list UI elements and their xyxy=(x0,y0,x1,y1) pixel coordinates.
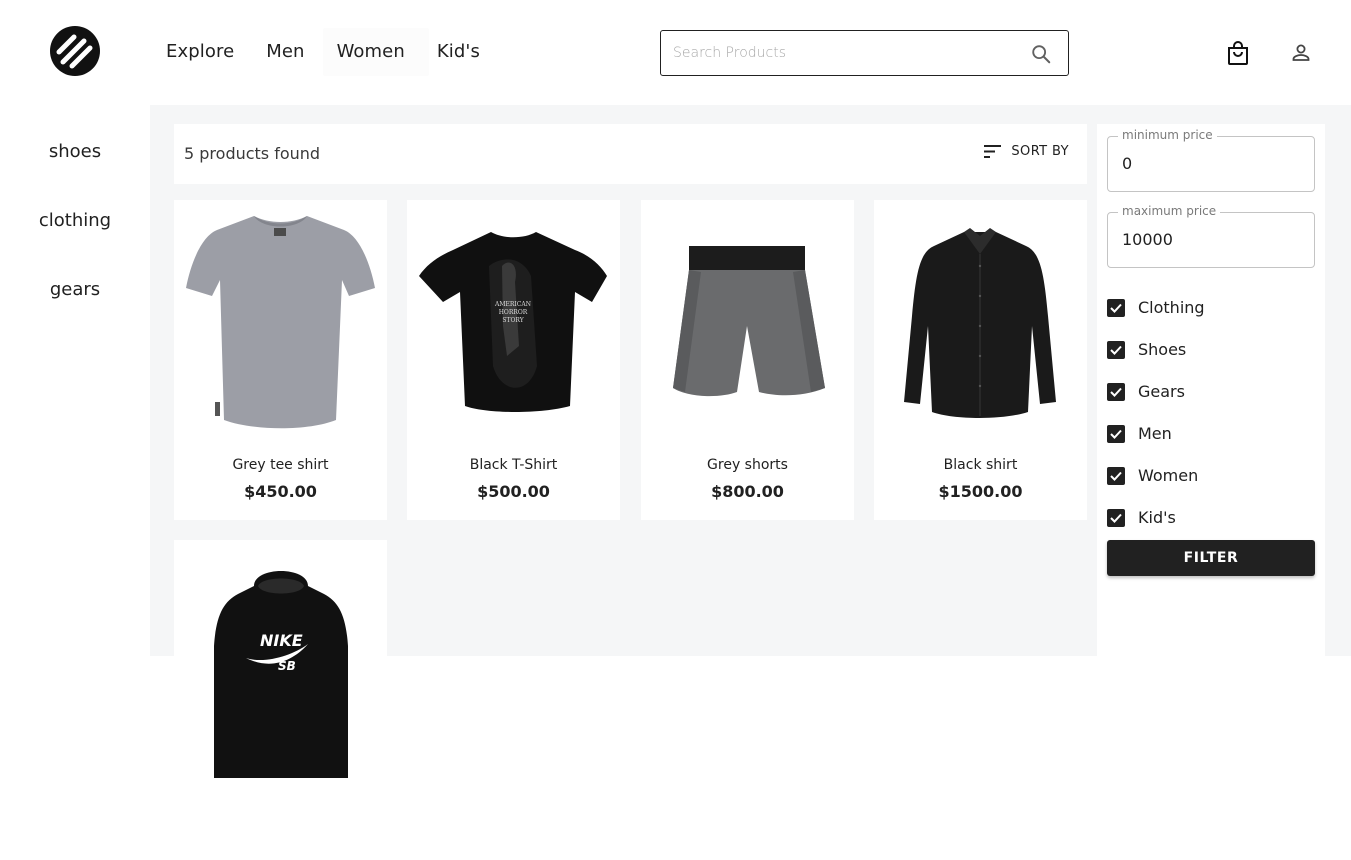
product-name: Black T-Shirt xyxy=(469,457,558,473)
product-image-grey-tee xyxy=(186,216,375,429)
product-card[interactable]: NIKE SB xyxy=(174,540,387,860)
sidebar-item-gears[interactable]: gears xyxy=(0,279,150,300)
sort-icon xyxy=(984,145,1002,158)
filter-checkbox-gears[interactable]: Gears xyxy=(1107,382,1185,401)
min-price-label: minimum price xyxy=(1118,128,1217,142)
filter-checkbox-shoes[interactable]: Shoes xyxy=(1107,340,1186,359)
checkbox-checked-icon xyxy=(1107,382,1125,401)
search-icon[interactable] xyxy=(1030,43,1052,65)
nav-men[interactable]: Men xyxy=(266,40,304,64)
category-sidebar: shoes clothing gears xyxy=(0,105,150,656)
product-image-grey-shorts xyxy=(673,246,825,397)
product-card[interactable]: Black shirt $1500.00 xyxy=(874,200,1087,520)
filter-checkbox-women[interactable]: Women xyxy=(1107,466,1198,485)
filter-checkbox-clothing[interactable]: Clothing xyxy=(1107,298,1205,317)
checkbox-label: Clothing xyxy=(1138,298,1205,317)
filter-checkbox-men[interactable]: Men xyxy=(1107,424,1172,443)
top-navigation-bar: Explore Men Women Kid's xyxy=(0,0,1351,105)
sidebar-item-clothing[interactable]: clothing xyxy=(0,210,150,231)
checkbox-checked-icon xyxy=(1107,340,1125,359)
brand-logo-icon[interactable] xyxy=(50,26,100,76)
product-name: Black shirt xyxy=(943,457,1018,473)
product-price: $500.00 xyxy=(477,482,550,501)
product-image-black-hoodie: NIKE SB xyxy=(214,571,348,778)
checkbox-label: Men xyxy=(1138,424,1172,443)
results-bar: 5 products found SORT BY xyxy=(174,124,1087,184)
filter-checkbox-kids[interactable]: Kid's xyxy=(1107,508,1176,527)
checkbox-label: Gears xyxy=(1138,382,1185,401)
checkbox-checked-icon xyxy=(1107,424,1125,443)
product-price: $1500.00 xyxy=(938,482,1023,501)
product-price: $450.00 xyxy=(244,482,317,501)
sort-by-label: SORT BY xyxy=(1011,144,1069,159)
product-card[interactable]: Grey shorts $800.00 xyxy=(641,200,854,520)
filter-panel: minimum price maximum price Clothing Sho… xyxy=(1097,124,1325,656)
product-image-black-shirt xyxy=(904,228,1056,418)
product-name: Grey shorts xyxy=(707,457,788,473)
sidebar-item-shoes[interactable]: shoes xyxy=(0,141,150,162)
svg-text:STORY: STORY xyxy=(502,317,524,324)
checkbox-checked-icon xyxy=(1107,298,1125,317)
nav-women[interactable]: Women xyxy=(337,40,405,64)
svg-text:NIKE: NIKE xyxy=(260,631,303,650)
checkbox-label: Shoes xyxy=(1138,340,1187,359)
max-price-label: maximum price xyxy=(1118,204,1221,218)
shopping-bag-icon[interactable] xyxy=(1226,40,1250,66)
max-price-field: maximum price xyxy=(1107,204,1315,268)
checkbox-label: Kid's xyxy=(1138,508,1176,527)
product-card[interactable]: AMERICAN HORROR STORY Black T-Shirt $500… xyxy=(407,200,620,520)
search-box xyxy=(660,30,1069,76)
user-icon[interactable] xyxy=(1289,40,1313,66)
product-price: $800.00 xyxy=(711,482,784,501)
svg-text:AMERICAN: AMERICAN xyxy=(494,301,531,308)
checkbox-label: Women xyxy=(1138,466,1199,485)
results-count: 5 products found xyxy=(184,144,321,163)
product-card[interactable]: Grey tee shirt $450.00 xyxy=(174,200,387,520)
checkbox-checked-icon xyxy=(1107,508,1125,527)
min-price-field: minimum price xyxy=(1107,128,1315,192)
max-price-input[interactable] xyxy=(1122,230,1302,249)
svg-text:SB: SB xyxy=(278,659,296,673)
nav-kids[interactable]: Kid's xyxy=(437,40,480,64)
main-nav: Explore Men Women Kid's xyxy=(166,40,512,64)
sort-by-button[interactable]: SORT BY xyxy=(984,144,1069,159)
min-price-input[interactable] xyxy=(1122,154,1302,173)
main-content: 5 products found SORT BY Grey tee shirt … xyxy=(150,105,1351,860)
filter-button[interactable]: FILTER xyxy=(1107,540,1315,576)
product-image-black-tshirt: AMERICAN HORROR STORY xyxy=(419,232,607,412)
checkbox-checked-icon xyxy=(1107,466,1125,485)
product-name: Grey tee shirt xyxy=(232,457,329,473)
search-input[interactable] xyxy=(673,41,1013,65)
svg-text:HORROR: HORROR xyxy=(499,309,528,316)
nav-explore[interactable]: Explore xyxy=(166,40,234,64)
